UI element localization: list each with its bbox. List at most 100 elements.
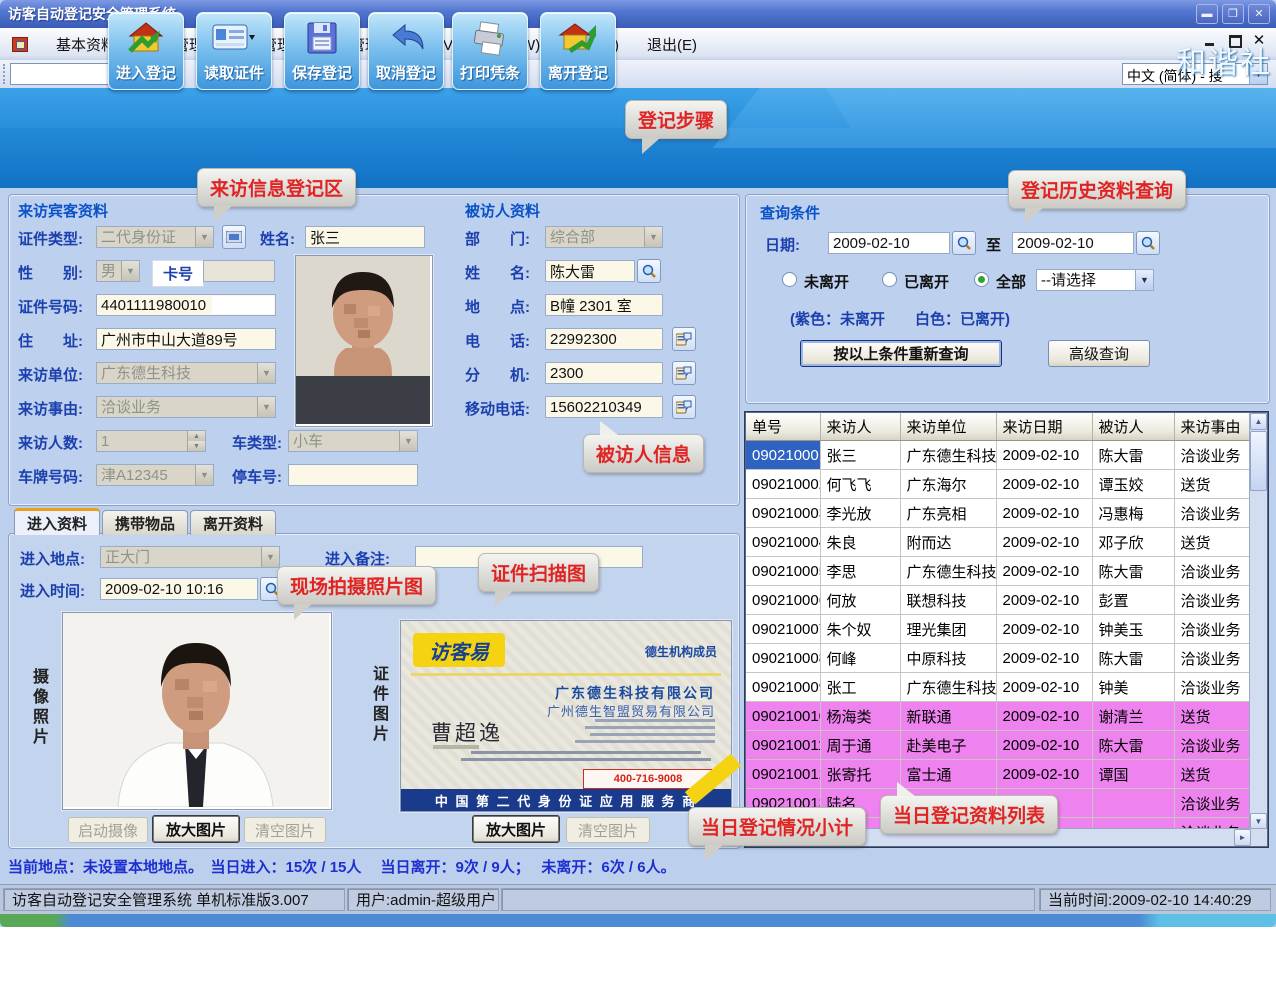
visit-reason-dropdown[interactable]: 洽谈业务▼ [96, 396, 276, 418]
entry-time-field[interactable] [100, 578, 258, 600]
table-cell[interactable]: 090210011 [746, 731, 820, 760]
table-cell[interactable]: 洽谈业务 [1174, 557, 1251, 586]
table-cell[interactable]: 邓子欣 [1092, 528, 1174, 557]
table-cell[interactable]: 广东亮相 [900, 499, 996, 528]
table-row[interactable]: 090210003李光放广东亮相2009-02-10冯惠梅洽谈业务 [746, 499, 1251, 528]
table-column-header[interactable]: 被访人 [1092, 413, 1174, 441]
vertical-scrollbar[interactable]: ▲ ▼ [1249, 413, 1267, 830]
table-row[interactable]: 090210012张寄托富士通2009-02-10谭国送货 [746, 760, 1251, 789]
call-phone-button[interactable] [672, 327, 696, 351]
read-certificate-button[interactable]: 读取证件 [196, 12, 272, 90]
table-cell[interactable]: 090210003 [746, 499, 820, 528]
restore-icon[interactable]: ❐ [1222, 4, 1244, 24]
tab-leave-data[interactable]: 离开资料 [190, 510, 276, 535]
spinner-arrows-icon[interactable]: ▲▼ [187, 431, 205, 451]
table-cell[interactable]: 广东德生科技 [900, 441, 996, 470]
vscroll-thumb[interactable] [1250, 431, 1267, 491]
table-cell[interactable]: 朱良 [820, 528, 900, 557]
interviewee-ext-field[interactable] [545, 362, 663, 384]
table-column-header[interactable]: 来访人 [820, 413, 900, 441]
interviewee-search-button[interactable] [637, 259, 661, 283]
minimize-icon[interactable]: ▬ [1196, 4, 1218, 24]
table-cell[interactable]: 洽谈业务 [1174, 441, 1251, 470]
radio-not-left[interactable] [782, 272, 797, 287]
table-cell[interactable]: 2009-02-10 [996, 528, 1092, 557]
table-cell[interactable]: 张三 [820, 441, 900, 470]
table-cell[interactable]: 090210004 [746, 528, 820, 557]
visitor-count-spinner[interactable]: 1 ▲▼ [96, 430, 206, 452]
tab-carried-items[interactable]: 携带物品 [102, 510, 188, 535]
table-cell[interactable]: 冯惠梅 [1092, 499, 1174, 528]
table-cell[interactable]: 090210005 [746, 557, 820, 586]
table-cell[interactable]: 洽谈业务 [1174, 586, 1251, 615]
table-row[interactable]: 090210001张三广东德生科技2009-02-10陈大雷洽谈业务 [746, 441, 1251, 470]
table-cell[interactable]: 2009-02-10 [996, 760, 1092, 789]
table-cell[interactable]: 洽谈业务 [1174, 644, 1251, 673]
advanced-query-button[interactable]: 高级查询 [1048, 340, 1150, 367]
table-row[interactable]: 090210005李思广东德生科技2009-02-10陈大雷洽谈业务 [746, 557, 1251, 586]
menu-exit[interactable]: 退出(E) [633, 28, 711, 60]
table-row[interactable]: 090210010杨海类新联通2009-02-10谢清兰送货 [746, 702, 1251, 731]
table-cell[interactable]: 2009-02-10 [996, 731, 1092, 760]
table-cell[interactable]: 附而达 [900, 528, 996, 557]
cert-type-dropdown[interactable]: 二代身份证▼ [96, 226, 214, 248]
table-cell[interactable]: 洽谈业务 [1174, 731, 1251, 760]
table-cell[interactable]: 2009-02-10 [996, 557, 1092, 586]
scroll-up-icon[interactable]: ▲ [1250, 413, 1267, 430]
tab-entry-data[interactable]: 进入资料 [14, 508, 100, 535]
radio-all[interactable] [974, 272, 989, 287]
table-cell[interactable]: 送货 [1174, 702, 1251, 731]
table-row[interactable]: 090210002何飞飞广东海尔2009-02-10谭玉姣送货 [746, 470, 1251, 499]
table-column-header[interactable]: 来访日期 [996, 413, 1092, 441]
date-to-picker-button[interactable] [1136, 231, 1160, 255]
requery-button[interactable]: 按以上条件重新查询 [800, 340, 1002, 367]
table-cell[interactable]: 090210007 [746, 615, 820, 644]
table-row[interactable]: 090210011周于通赴美电子2009-02-10陈大雷洽谈业务 [746, 731, 1251, 760]
table-cell[interactable]: 张工 [820, 673, 900, 702]
visitor-name-field[interactable] [305, 226, 425, 248]
call-mobile-button[interactable] [672, 395, 696, 419]
close-icon[interactable]: ✕ [1248, 4, 1270, 24]
table-cell[interactable]: 张寄托 [820, 760, 900, 789]
zoom-card-button[interactable]: 放大图片 [472, 815, 560, 843]
table-cell[interactable]: 2009-02-10 [996, 441, 1092, 470]
table-cell[interactable]: 联想科技 [900, 586, 996, 615]
dept-dropdown[interactable]: 综合部▼ [545, 226, 663, 248]
table-cell[interactable]: 彭置 [1092, 586, 1174, 615]
table-cell[interactable]: 中原科技 [900, 644, 996, 673]
table-cell[interactable]: 2009-02-10 [996, 644, 1092, 673]
table-cell[interactable]: 新联通 [900, 702, 996, 731]
table-cell[interactable]: 2009-02-10 [996, 470, 1092, 499]
address-field[interactable] [96, 328, 276, 350]
leave-register-button[interactable]: 离开登记 [540, 12, 616, 90]
table-cell[interactable]: 090210010 [746, 702, 820, 731]
table-cell[interactable]: 2009-02-10 [996, 615, 1092, 644]
interviewee-phone-field[interactable] [545, 328, 663, 350]
date-from-picker-button[interactable] [952, 231, 976, 255]
table-row[interactable]: 090210008何峰中原科技2009-02-10陈大雷洽谈业务 [746, 644, 1251, 673]
table-cell[interactable]: 朱个奴 [820, 615, 900, 644]
table-cell[interactable]: 090210008 [746, 644, 820, 673]
save-register-button[interactable]: 保存登记 [284, 12, 360, 90]
table-cell[interactable]: 陈大雷 [1092, 731, 1174, 760]
table-cell[interactable]: 2009-02-10 [996, 586, 1092, 615]
table-cell[interactable]: 周于通 [820, 731, 900, 760]
table-cell[interactable]: 李思 [820, 557, 900, 586]
table-cell[interactable]: 090210009 [746, 673, 820, 702]
visit-unit-dropdown[interactable]: 广东德生科技▼ [96, 362, 276, 384]
zoom-photo-button[interactable]: 放大图片 [152, 815, 240, 843]
table-cell[interactable]: 赴美电子 [900, 731, 996, 760]
table-cell[interactable]: 广东海尔 [900, 470, 996, 499]
date-from-field[interactable] [828, 232, 950, 254]
table-cell[interactable]: 090210006 [746, 586, 820, 615]
table-cell[interactable]: 何放 [820, 586, 900, 615]
date-to-field[interactable] [1012, 232, 1134, 254]
call-ext-button[interactable] [672, 361, 696, 385]
vehicle-type-dropdown[interactable]: 小车▼ [288, 430, 418, 452]
card-reader-button[interactable] [222, 225, 246, 249]
scroll-right-icon[interactable]: ► [1234, 829, 1251, 846]
cancel-register-button[interactable]: 取消登记 [368, 12, 444, 90]
plate-no-dropdown[interactable]: 津A12345▼ [96, 464, 214, 486]
entry-location-dropdown[interactable]: 正大门▼ [100, 546, 280, 568]
table-cell[interactable] [1092, 789, 1174, 818]
